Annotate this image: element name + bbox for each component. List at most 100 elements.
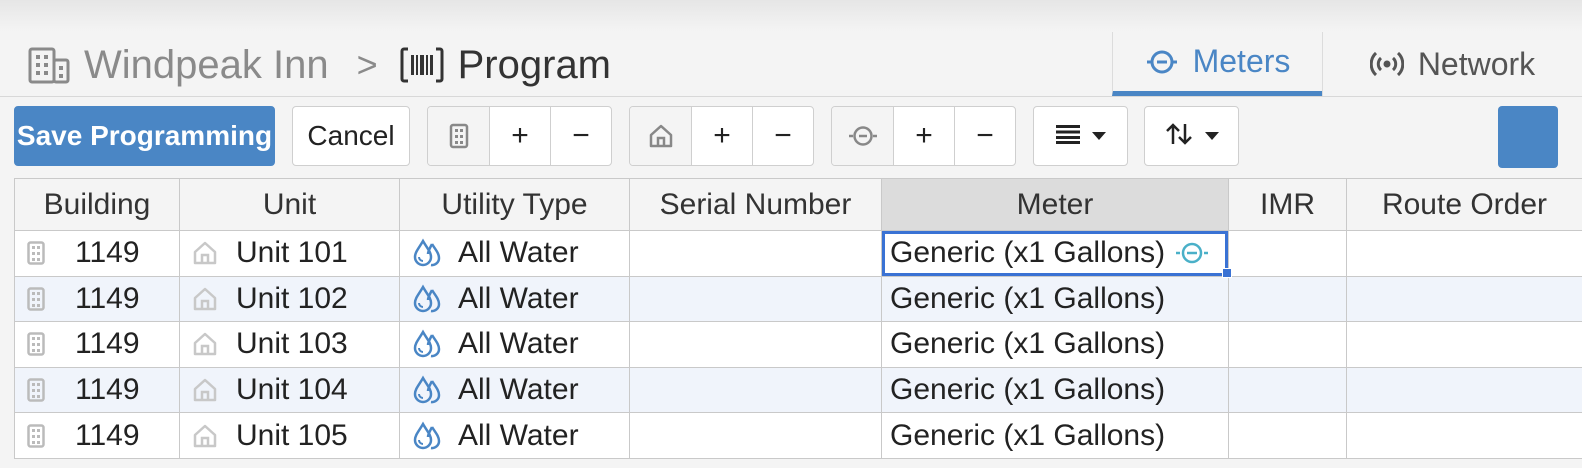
add-building-button[interactable]: +	[489, 107, 550, 165]
column-header-route-order[interactable]: Route Order	[1346, 178, 1582, 231]
breadcrumb-separator: >	[356, 44, 378, 85]
table-row[interactable]: 1149 Unit 104 All Water Generic (x1 Gall…	[14, 366, 1582, 414]
add-meter-button[interactable]: +	[893, 107, 954, 165]
breadcrumb-building[interactable]: Windpeak Inn	[84, 43, 329, 88]
meter-value: Generic (x1 Gallons)	[890, 281, 1166, 315]
route-order-cell[interactable]	[1346, 275, 1582, 323]
building-icon	[28, 46, 70, 84]
column-header-imr[interactable]: IMR	[1228, 178, 1347, 231]
sort-dropdown[interactable]	[1144, 106, 1239, 166]
building-cell[interactable]: 1149	[14, 412, 180, 459]
building-cell[interactable]: 1149	[14, 230, 180, 277]
building-number: 1149	[75, 373, 140, 407]
route-order-cell[interactable]	[1346, 230, 1582, 277]
utility-type-cell[interactable]: All Water	[399, 321, 630, 368]
utility-type-value: All Water	[458, 373, 579, 407]
column-header-building[interactable]: Building	[14, 178, 180, 231]
breadcrumb: Windpeak Inn > Program	[28, 40, 611, 90]
utility-type-value: All Water	[458, 327, 579, 361]
tab-meters[interactable]: Meters	[1112, 32, 1322, 96]
building-number: 1149	[75, 281, 140, 315]
tab-network[interactable]: Network	[1322, 32, 1582, 96]
list-icon	[1055, 124, 1080, 149]
sort-icon	[1165, 122, 1193, 151]
water-drops-icon	[412, 284, 442, 314]
utility-type-cell[interactable]: All Water	[399, 412, 630, 459]
water-drops-icon	[412, 329, 442, 359]
serial-number-cell[interactable]	[629, 366, 882, 414]
table-row[interactable]: 1149 Unit 103 All Water Generic (x1 Gall…	[14, 321, 1582, 368]
utility-type-value: All Water	[458, 236, 579, 270]
remove-meter-button[interactable]: −	[954, 107, 1015, 165]
utility-type-cell[interactable]: All Water	[399, 366, 630, 414]
building-number: 1149	[75, 236, 140, 270]
extra-action-button[interactable]	[1498, 106, 1558, 168]
unit-name: Unit 104	[236, 373, 348, 407]
home-icon	[192, 331, 218, 357]
meter-cell[interactable]: Generic (x1 Gallons)	[881, 275, 1229, 323]
serial-number-cell[interactable]	[629, 412, 882, 459]
building-icon	[27, 241, 45, 266]
selection-fill-handle[interactable]	[1222, 268, 1232, 278]
route-order-cell[interactable]	[1346, 321, 1582, 368]
unit-cell[interactable]: Unit 102	[179, 275, 400, 323]
table-row[interactable]: 1149 Unit 101 All Water Generic (x1 Gall…	[14, 230, 1582, 277]
column-header-utility-type[interactable]: Utility Type	[399, 178, 630, 231]
table-row[interactable]: 1149 Unit 105 All Water Generic (x1 Gall…	[14, 412, 1582, 459]
building-button-group: + −	[427, 106, 612, 166]
building-cell[interactable]: 1149	[14, 275, 180, 323]
unit-name: Unit 105	[236, 418, 348, 452]
route-order-cell[interactable]	[1346, 366, 1582, 414]
unit-cell[interactable]: Unit 104	[179, 366, 400, 414]
home-icon	[192, 423, 218, 449]
meter-value: Generic (x1 Gallons)	[890, 373, 1166, 407]
building-icon	[27, 378, 45, 402]
building-cell[interactable]: 1149	[14, 321, 180, 368]
home-icon	[192, 286, 218, 312]
building-cell[interactable]: 1149	[14, 366, 180, 414]
utility-type-cell[interactable]: All Water	[399, 275, 630, 323]
building-icon	[27, 332, 45, 357]
add-unit-button[interactable]: +	[691, 107, 752, 165]
route-order-cell[interactable]	[1346, 412, 1582, 459]
water-drops-icon	[412, 375, 442, 405]
meter-cell[interactable]: Generic (x1 Gallons)	[881, 412, 1229, 459]
column-header-meter[interactable]: Meter	[881, 178, 1229, 231]
unit-name: Unit 102	[236, 281, 348, 315]
imr-cell[interactable]	[1228, 366, 1347, 414]
utility-type-cell[interactable]: All Water	[399, 230, 630, 277]
imr-cell[interactable]	[1228, 275, 1347, 323]
meter-button-group: + −	[831, 106, 1016, 166]
unit-cell[interactable]: Unit 101	[179, 230, 400, 277]
header-divider	[0, 96, 1582, 97]
tab-network-label: Network	[1417, 45, 1536, 82]
meter-cell[interactable]: Generic (x1 Gallons)	[881, 366, 1229, 414]
meter-icon[interactable]	[1174, 239, 1210, 275]
meter-cell[interactable]: Generic (x1 Gallons)	[881, 321, 1229, 368]
imr-cell[interactable]	[1228, 321, 1347, 368]
imr-cell[interactable]	[1228, 230, 1347, 277]
unit-name: Unit 101	[236, 236, 348, 270]
unit-button-group: + −	[629, 106, 814, 166]
cancel-button[interactable]: Cancel	[292, 106, 410, 166]
view-options-dropdown[interactable]	[1033, 106, 1128, 166]
serial-number-cell[interactable]	[629, 321, 882, 368]
building-number: 1149	[75, 327, 140, 361]
serial-number-cell[interactable]	[629, 275, 882, 323]
column-header-serial-number[interactable]: Serial Number	[629, 178, 882, 231]
meter-icon	[1145, 47, 1179, 77]
meter-cell-selected[interactable]: Generic (x1 Gallons)	[881, 230, 1229, 277]
building-number: 1149	[75, 418, 140, 452]
remove-unit-button[interactable]: −	[752, 107, 813, 165]
building-icon	[27, 423, 45, 448]
barcode-icon	[400, 46, 444, 84]
table-row[interactable]: 1149 Unit 102 All Water Generic (x1 Gall…	[14, 275, 1582, 323]
column-header-unit[interactable]: Unit	[179, 178, 400, 231]
imr-cell[interactable]	[1228, 412, 1347, 459]
save-programming-button[interactable]: Save Programming	[14, 106, 275, 166]
serial-number-cell[interactable]	[629, 230, 882, 277]
unit-cell[interactable]: Unit 103	[179, 321, 400, 368]
water-drops-icon	[412, 421, 442, 451]
remove-building-button[interactable]: −	[550, 107, 611, 165]
unit-cell[interactable]: Unit 105	[179, 412, 400, 459]
